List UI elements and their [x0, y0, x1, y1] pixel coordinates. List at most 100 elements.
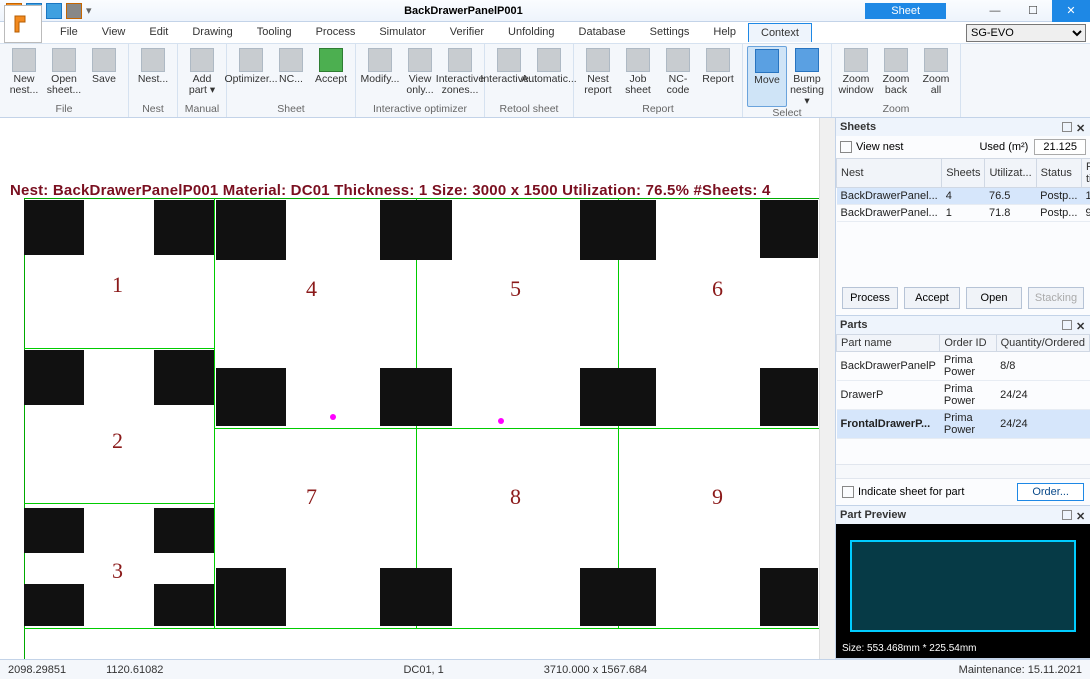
qat-icon-4[interactable] [66, 3, 82, 19]
save-label: Save [92, 74, 116, 85]
optimizer-icon [239, 48, 263, 72]
used-value: 21.125 [1034, 139, 1086, 155]
table-row[interactable]: DrawerPPrima Power24/24 [837, 381, 1090, 410]
part-preview-canvas[interactable]: Size: 553.468mm * 225.54mm [836, 524, 1090, 658]
job-sheet-button[interactable]: Job sheet [618, 46, 658, 96]
stacking-button: Stacking [1028, 287, 1084, 309]
accept-button[interactable]: Accept [311, 46, 351, 85]
indicate-label: Indicate sheet for part [858, 486, 964, 498]
menu-process[interactable]: Process [304, 23, 368, 42]
group-label: Report [642, 103, 674, 117]
accept-icon [319, 48, 343, 72]
modify-button[interactable]: Modify... [360, 46, 400, 96]
menu-database[interactable]: Database [567, 23, 638, 42]
maximize-button[interactable]: ☐ [1014, 0, 1052, 22]
report-icon [706, 48, 730, 72]
menu-unfolding[interactable]: Unfolding [496, 23, 566, 42]
optimizer-button[interactable]: Optimizer... [231, 46, 271, 85]
zoom-back-button[interactable]: Zoom back [876, 46, 916, 96]
sheet-canvas[interactable]: 1 2 3 4 5 6 7 8 9 [24, 198, 820, 659]
zoom-all-button[interactable]: Zoom all [916, 46, 956, 96]
open-sheet-button[interactable]: Open sheet... [44, 46, 84, 96]
col-header[interactable]: Status [1036, 159, 1081, 188]
col-header[interactable]: Nest [837, 159, 942, 188]
col-header[interactable]: Quantity/Ordered [996, 335, 1089, 352]
close-icon[interactable]: ✕ [1076, 122, 1086, 132]
indicate-checkbox[interactable] [842, 486, 854, 498]
view-nest-label: View nest [856, 141, 904, 153]
menu-verifier[interactable]: Verifier [438, 23, 496, 42]
minimize-button[interactable]: — [976, 0, 1014, 22]
sheet-num: 8 [510, 484, 521, 510]
view-only-button[interactable]: View only... [400, 46, 440, 96]
pin-icon[interactable] [1062, 122, 1072, 132]
qat-icon-3[interactable] [46, 3, 62, 19]
menu-view[interactable]: View [90, 23, 138, 42]
nc-button[interactable]: NC... [271, 46, 311, 85]
table-row[interactable]: BackDrawerPanel...476.5Postp...11:20 [837, 188, 1090, 205]
status-material: DC01, 1 [403, 664, 443, 676]
menu-help[interactable]: Help [701, 23, 748, 42]
pin-icon[interactable] [1062, 320, 1072, 330]
move-button[interactable]: Move [747, 46, 787, 107]
pin-icon[interactable] [1062, 510, 1072, 520]
sheet-num: 4 [306, 276, 317, 302]
close-icon[interactable]: ✕ [1076, 320, 1086, 330]
modify-label: Modify... [361, 74, 400, 85]
add-part-button[interactable]: Add part ▾ [182, 46, 222, 96]
status-y: 1120.61082 [106, 664, 163, 676]
menu-file[interactable]: File [48, 23, 90, 42]
col-header[interactable]: Part name [837, 335, 940, 352]
open-button[interactable]: Open [966, 287, 1022, 309]
view-nest-checkbox[interactable] [840, 141, 852, 153]
vertical-scrollbar[interactable] [819, 118, 835, 659]
horizontal-scrollbar[interactable] [836, 464, 1090, 478]
sheets-panel-title: Sheets [840, 121, 876, 133]
col-header[interactable]: Run time [1081, 159, 1090, 188]
accept-button[interactable]: Accept [904, 287, 960, 309]
close-icon[interactable]: ✕ [1076, 510, 1086, 520]
interactive-icon [497, 48, 521, 72]
automatic-icon [537, 48, 561, 72]
nest-button[interactable]: Nest... [133, 46, 173, 85]
process-button[interactable]: Process [842, 287, 898, 309]
col-header[interactable]: Sheets [942, 159, 985, 188]
menu-settings[interactable]: Settings [638, 23, 702, 42]
zoom-window-button[interactable]: Zoom window [836, 46, 876, 96]
menu-context[interactable]: Context [748, 23, 812, 42]
col-header[interactable]: Utilizat... [985, 159, 1036, 188]
table-row[interactable]: FrontalDrawerP...Prima Power24/24 [837, 410, 1090, 439]
bump-nesting-button[interactable]: Bump nesting ▾ [787, 46, 827, 107]
table-row[interactable]: BackDrawerPanel...171.8Postp...9:59 [837, 205, 1090, 222]
sheet-num: 1 [112, 272, 123, 298]
nc-code-label: NC-code [660, 74, 696, 96]
new-nest-button[interactable]: New nest... [4, 46, 44, 96]
status-dim: 3710.000 x 1567.684 [544, 664, 647, 676]
interactive-zones-button[interactable]: Interactive zones... [440, 46, 480, 96]
job-sheet-icon [626, 48, 650, 72]
app-logo[interactable] [4, 5, 42, 43]
nest-report-button[interactable]: Nest report [578, 46, 618, 96]
menu-simulator[interactable]: Simulator [367, 23, 437, 42]
nest-icon [141, 48, 165, 72]
table-row[interactable]: BackDrawerPanelPPrima Power8/8 [837, 352, 1090, 381]
nc-label: NC... [279, 74, 303, 85]
automatic-label: Automatic... [521, 74, 576, 85]
save-button[interactable]: Save [84, 46, 124, 96]
nc-code-icon [666, 48, 690, 72]
menu-edit[interactable]: Edit [137, 23, 180, 42]
close-button[interactable]: ✕ [1052, 0, 1090, 22]
sheet-num: 2 [112, 428, 123, 454]
menu-drawing[interactable]: Drawing [180, 23, 244, 42]
nc-code-button[interactable]: NC-code [658, 46, 698, 96]
interactive-zones-label: Interactive zones... [436, 74, 484, 96]
group-label: Nest [142, 103, 164, 117]
menu-tooling[interactable]: Tooling [245, 23, 304, 42]
report-button[interactable]: Report [698, 46, 738, 96]
col-header[interactable]: Order ID [940, 335, 996, 352]
sheet-num: 5 [510, 276, 521, 302]
automatic-button[interactable]: Automatic... [529, 46, 569, 85]
preview-panel-title: Part Preview [840, 509, 906, 521]
machine-select[interactable]: SG-EVO [966, 24, 1086, 42]
order-button[interactable]: Order... [1017, 483, 1084, 501]
